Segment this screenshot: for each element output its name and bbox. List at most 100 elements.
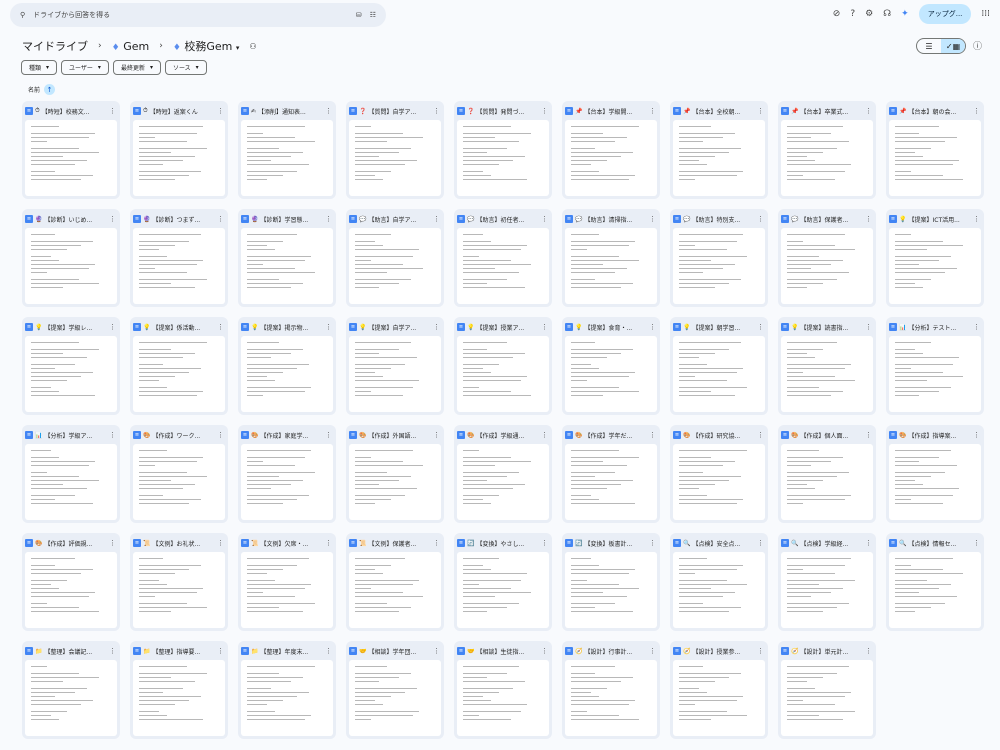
more-options-icon[interactable]: ⋮ [973, 107, 981, 115]
upgrade-button[interactable]: アップグ... [918, 4, 972, 24]
more-options-icon[interactable]: ⋮ [433, 647, 441, 655]
more-options-icon[interactable]: ⋮ [325, 323, 333, 331]
file-preview-thumbnail[interactable] [565, 444, 657, 520]
list-view-button[interactable]: ☰ [917, 39, 941, 53]
more-options-icon[interactable]: ⋮ [541, 107, 549, 115]
file-preview-thumbnail[interactable] [133, 660, 225, 736]
more-options-icon[interactable]: ⋮ [757, 107, 765, 115]
file-card[interactable]: ≡ 💬 【助言】自学ア... ⋮ [346, 209, 444, 307]
more-options-icon[interactable]: ⋮ [541, 323, 549, 331]
info-icon[interactable]: ⓘ [973, 39, 982, 52]
file-preview-thumbnail[interactable] [349, 660, 441, 736]
more-options-icon[interactable]: ⋮ [865, 647, 873, 655]
file-preview-thumbnail[interactable] [781, 120, 873, 196]
file-card[interactable]: ≡ 💡 【提案】朝学習... ⋮ [670, 317, 768, 415]
more-options-icon[interactable]: ⋮ [541, 539, 549, 547]
file-preview-thumbnail[interactable] [349, 444, 441, 520]
file-preview-thumbnail[interactable] [457, 120, 549, 196]
file-preview-thumbnail[interactable] [25, 120, 117, 196]
file-preview-thumbnail[interactable] [565, 120, 657, 196]
file-preview-thumbnail[interactable] [457, 444, 549, 520]
file-preview-thumbnail[interactable] [133, 444, 225, 520]
more-options-icon[interactable]: ⋮ [865, 539, 873, 547]
file-card[interactable]: ≡ 🔄 【変換】やさし... ⋮ [454, 533, 552, 631]
file-preview-thumbnail[interactable] [133, 120, 225, 196]
filter-modified[interactable]: 最終更新 ▾ [112, 60, 161, 75]
file-preview-thumbnail[interactable] [565, 228, 657, 304]
file-card[interactable]: ≡ 💡 【提案】食育・... ⋮ [562, 317, 660, 415]
file-preview-thumbnail[interactable] [889, 120, 981, 196]
file-preview-thumbnail[interactable] [241, 552, 333, 628]
more-options-icon[interactable]: ⋮ [757, 323, 765, 331]
more-options-icon[interactable]: ⋮ [217, 323, 225, 331]
file-preview-thumbnail[interactable] [241, 336, 333, 412]
file-preview-thumbnail[interactable] [781, 444, 873, 520]
file-card[interactable]: ≡ 💬 【助言】保護者... ⋮ [778, 209, 876, 307]
more-options-icon[interactable]: ⋮ [325, 647, 333, 655]
more-options-icon[interactable]: ⋮ [325, 107, 333, 115]
filter-type[interactable]: 種類 ▾ [21, 60, 58, 75]
more-options-icon[interactable]: ⋮ [865, 107, 873, 115]
drive-icon[interactable]: ⛁ [356, 11, 362, 19]
support-icon[interactable]: ☊ [883, 9, 891, 19]
more-options-icon[interactable]: ⋮ [757, 215, 765, 223]
file-card[interactable]: ≡ 🎨 【作成】個人面... ⋮ [778, 425, 876, 523]
file-preview-thumbnail[interactable] [25, 336, 117, 412]
more-options-icon[interactable]: ⋮ [649, 323, 657, 331]
shared-folder-icon[interactable]: ⚇ [249, 42, 256, 51]
file-card[interactable]: ≡ ❓ 【質問】自学ア... ⋮ [346, 101, 444, 199]
more-options-icon[interactable]: ⋮ [757, 431, 765, 439]
file-card[interactable]: ≡ 💬 【助言】清掃指... ⋮ [562, 209, 660, 307]
more-options-icon[interactable]: ⋮ [217, 431, 225, 439]
grid-view-button[interactable]: ✓▦ [941, 39, 965, 53]
filter-user[interactable]: ユーザー ▾ [61, 60, 109, 75]
file-card[interactable]: ≡ 💬 【助言】特別支... ⋮ [670, 209, 768, 307]
file-preview-thumbnail[interactable] [133, 336, 225, 412]
file-preview-thumbnail[interactable] [673, 660, 765, 736]
file-preview-thumbnail[interactable] [241, 120, 333, 196]
file-card[interactable]: ≡ 💡 【提案】ICT活用... ⋮ [886, 209, 984, 307]
search-input[interactable]: ドライブから回答を得る [33, 10, 348, 20]
file-preview-thumbnail[interactable] [889, 444, 981, 520]
file-preview-thumbnail[interactable] [781, 552, 873, 628]
file-card[interactable]: ≡ ⏱ 【時短】校務文... ⋮ [22, 101, 120, 199]
file-preview-thumbnail[interactable] [25, 552, 117, 628]
file-card[interactable]: ≡ 🔮 【診断】学習態... ⋮ [238, 209, 336, 307]
file-card[interactable]: ≡ 🎨 【作成】評価規... ⋮ [22, 533, 120, 631]
file-preview-thumbnail[interactable] [889, 336, 981, 412]
apps-icon[interactable]: ⁞⁞⁞ [981, 9, 990, 19]
more-options-icon[interactable]: ⋮ [973, 539, 981, 547]
file-preview-thumbnail[interactable] [349, 228, 441, 304]
file-preview-thumbnail[interactable] [673, 552, 765, 628]
file-preview-thumbnail[interactable] [133, 552, 225, 628]
more-options-icon[interactable]: ⋮ [109, 215, 117, 223]
sort-header[interactable]: 名前 ↑ [28, 84, 56, 95]
file-card[interactable]: ≡ 🧭 【設計】行事計... ⋮ [562, 641, 660, 739]
file-card[interactable]: ≡ 💡 【提案】自学ア... ⋮ [346, 317, 444, 415]
more-options-icon[interactable]: ⋮ [757, 647, 765, 655]
file-preview-thumbnail[interactable] [241, 444, 333, 520]
search-bar[interactable]: ⚲ ドライブから回答を得る ⛁ ☷ [10, 3, 386, 27]
file-preview-thumbnail[interactable] [349, 336, 441, 412]
file-card[interactable]: ≡ 🔮 【診断】いじめ... ⋮ [22, 209, 120, 307]
file-preview-thumbnail[interactable] [565, 336, 657, 412]
more-options-icon[interactable]: ⋮ [217, 539, 225, 547]
gemini-icon[interactable]: ✦ [901, 9, 909, 19]
more-options-icon[interactable]: ⋮ [649, 215, 657, 223]
more-options-icon[interactable]: ⋮ [649, 107, 657, 115]
file-card[interactable]: ≡ 📜 【文例】欠席・... ⋮ [238, 533, 336, 631]
file-preview-thumbnail[interactable] [349, 120, 441, 196]
file-preview-thumbnail[interactable] [25, 444, 117, 520]
more-options-icon[interactable]: ⋮ [433, 107, 441, 115]
more-options-icon[interactable]: ⋮ [541, 647, 549, 655]
more-options-icon[interactable]: ⋮ [649, 539, 657, 547]
file-card[interactable]: ≡ 🔍 【点検】安全点... ⋮ [670, 533, 768, 631]
file-card[interactable]: ≡ 💡 【提案】読書指... ⋮ [778, 317, 876, 415]
file-preview-thumbnail[interactable] [565, 660, 657, 736]
breadcrumb-root[interactable]: マイドライブ [22, 38, 88, 54]
more-options-icon[interactable]: ⋮ [109, 647, 117, 655]
file-card[interactable]: ≡ 📁 【整理】年度末... ⋮ [238, 641, 336, 739]
file-card[interactable]: ≡ ❓ 【質問】発問づ... ⋮ [454, 101, 552, 199]
file-card[interactable]: ≡ 📜 【文例】保護者... ⋮ [346, 533, 444, 631]
file-preview-thumbnail[interactable] [457, 228, 549, 304]
